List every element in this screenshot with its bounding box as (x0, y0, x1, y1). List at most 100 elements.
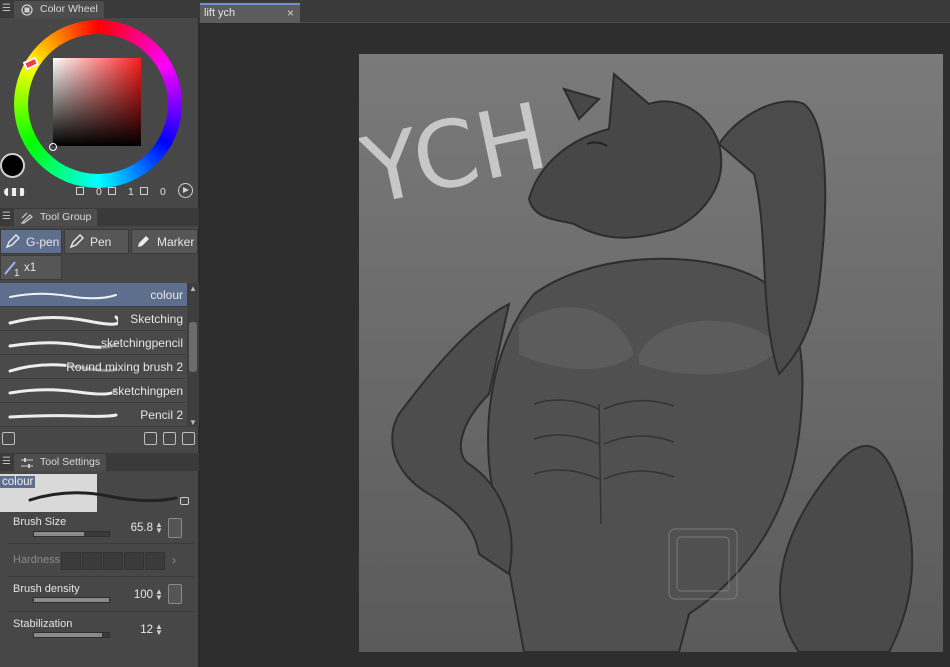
sv-marker[interactable] (49, 143, 57, 151)
h-value: 0 (96, 186, 102, 198)
artboard[interactable]: YCH (359, 54, 943, 652)
tool-marker-button[interactable]: Marker (131, 229, 198, 254)
brush-preview-label: colour (0, 476, 36, 488)
tool-pen-label: Pen (90, 235, 112, 249)
brush-density-slider[interactable] (33, 597, 110, 603)
delete-icon[interactable] (182, 432, 195, 445)
left-panel: ☰ Color Wheel 0 1 0 ☰ Tool Group G-pen P… (0, 0, 199, 667)
stabilization-value[interactable]: 12 (140, 624, 153, 636)
tool-group-title: Tool Group (40, 211, 92, 223)
svg-text:1: 1 (14, 268, 20, 277)
hardness-label: Hardness (13, 554, 61, 566)
brush-size-value[interactable]: 65.8 (131, 522, 153, 534)
brush-size-slider[interactable] (33, 531, 110, 537)
tool-pen-button[interactable]: Pen (64, 229, 129, 254)
s-icon (108, 187, 116, 195)
brush-stroke-icon: 1 (4, 261, 20, 277)
s-value: 1 (128, 186, 134, 198)
hardness-cell[interactable] (61, 552, 81, 570)
brush-density-fill (34, 598, 109, 602)
brush-density-value[interactable]: 100 (134, 589, 153, 601)
brush-item-label: Pencil 2 (140, 408, 183, 422)
tool-marker-label: Marker (157, 235, 195, 249)
document-tab[interactable]: lift ych × (200, 3, 300, 23)
hardness-cell[interactable] (82, 552, 102, 570)
separator (8, 543, 195, 544)
brush-size-pressure-button[interactable] (168, 518, 182, 538)
transparent-color-icon[interactable] (4, 188, 26, 196)
hardness-cell[interactable] (124, 552, 144, 570)
color-wheel-tab-icon (21, 4, 33, 16)
tool-gpen-button[interactable]: G-pen (0, 229, 62, 254)
tool-group-header: ☰ Tool Group (0, 208, 199, 226)
scroll-up-icon[interactable]: ▲ (189, 284, 197, 293)
hardness-levels (61, 552, 166, 573)
brush-stroke-preview (8, 388, 118, 396)
tool-settings-header: ☰ Tool Settings (0, 453, 199, 471)
foreground-color-swatch[interactable] (0, 153, 25, 178)
brush-item-label: Round mixing brush 2 (66, 360, 183, 374)
brush-item[interactable]: Pencil 2 (0, 403, 187, 427)
h-icon (76, 187, 84, 195)
brush-density-label: Brush density (13, 583, 80, 595)
download-icon[interactable] (144, 432, 157, 445)
tool-gpen-label: G-pen (26, 235, 60, 249)
brush-size-label: Brush Size (13, 516, 67, 528)
brush-item-label: sketchingpencil (100, 336, 183, 350)
brush-list: colour Sketching sketchingpencil Round mixi… (0, 283, 187, 427)
ych-lettering: YCH (359, 82, 556, 225)
scroll-down-icon[interactable]: ▼ (189, 418, 197, 427)
stabilization-spinner[interactable]: ▲ ▼ (155, 623, 163, 637)
add-sub-tool-icon[interactable] (163, 432, 176, 445)
sub-tool-options-icon[interactable] (2, 432, 15, 445)
separator (8, 611, 195, 612)
tool-settings-title: Tool Settings (40, 456, 101, 468)
sub-tool-count: x1 (24, 262, 37, 274)
brush-item-label: colour (150, 288, 183, 302)
brush-preview-stroke (28, 491, 178, 503)
brush-list-scroll-thumb[interactable] (189, 322, 197, 372)
panel-menu-icon[interactable]: ☰ (2, 456, 11, 467)
brush-size-spinner[interactable]: ▲ ▼ (155, 521, 163, 535)
panel-menu-icon[interactable]: ☰ (2, 211, 11, 222)
brush-item[interactable]: Sketching (0, 307, 187, 331)
document-tab-bar (199, 0, 950, 23)
stabilization-label: Stabilization (13, 618, 73, 630)
document-tab-label: lift ych (204, 7, 236, 19)
brush-stroke-preview (8, 413, 118, 419)
chevron-right-icon: › (172, 553, 176, 567)
pen-icon (69, 234, 84, 249)
stabilization-fill (34, 633, 102, 637)
tool-settings-tab[interactable]: Tool Settings (14, 454, 107, 471)
sliders-icon (21, 458, 33, 468)
tool-group-tab[interactable]: Tool Group (14, 209, 98, 226)
marker-icon (138, 236, 149, 247)
brush-item[interactable]: colour (0, 283, 187, 307)
play-icon[interactable] (178, 183, 193, 198)
brush-item-label: Sketching (130, 312, 183, 326)
artwork: YCH (359, 71, 914, 652)
panel-menu-icon[interactable]: ☰ (2, 3, 11, 14)
lock-icon[interactable] (180, 497, 189, 505)
color-wheel-title: Color Wheel (40, 3, 98, 15)
brush-item[interactable]: sketchingpen (0, 379, 187, 403)
hardness-cell[interactable] (145, 552, 165, 570)
brush-size-fill (34, 532, 84, 536)
brush-list-toolbar (0, 429, 199, 449)
brush-stroke-preview (9, 292, 117, 300)
stabilization-slider[interactable] (33, 632, 110, 638)
tool-group-tab-icon (21, 212, 33, 224)
sub-tool-button[interactable]: 1 x1 (0, 255, 62, 280)
brush-item[interactable]: sketchingpencil (0, 331, 187, 355)
brush-density-spinner[interactable]: ▲ ▼ (155, 588, 163, 602)
saturation-value-square[interactable] (53, 58, 141, 146)
close-icon[interactable]: × (287, 6, 294, 20)
pen-nib-icon (5, 234, 20, 249)
hardness-cell[interactable] (103, 552, 123, 570)
color-wheel-header: ☰ Color Wheel (0, 0, 199, 18)
brush-item[interactable]: Round mixing brush 2 (0, 355, 187, 379)
v-icon (140, 187, 148, 195)
brush-density-pressure-button[interactable] (168, 584, 182, 604)
color-wheel-tab[interactable]: Color Wheel (14, 1, 104, 18)
brush-item-label: sketchingpen (112, 384, 183, 398)
